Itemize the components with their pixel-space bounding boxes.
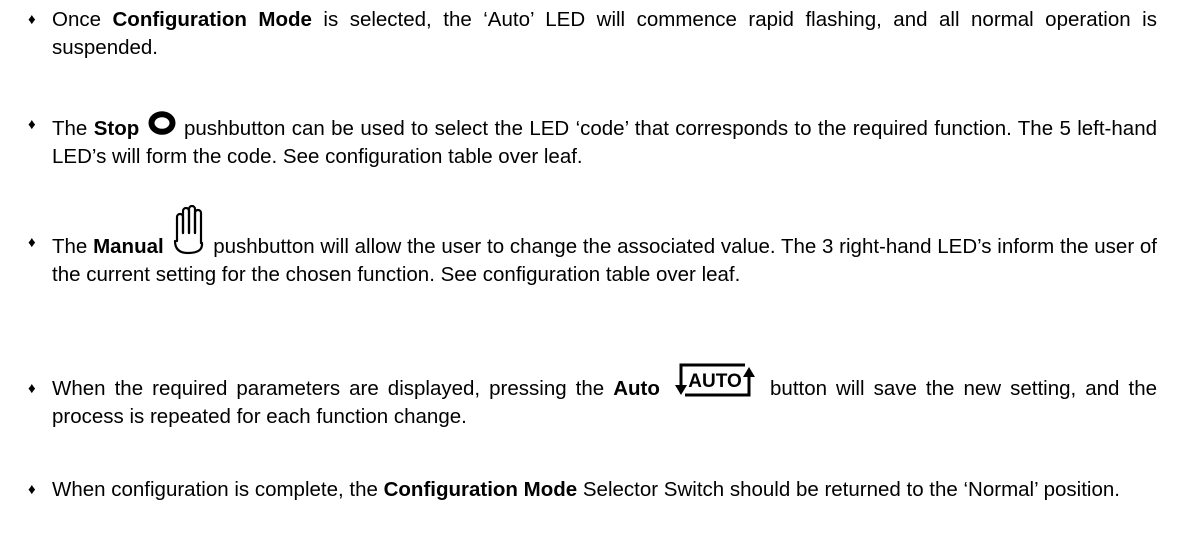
hand-icon	[171, 204, 205, 257]
bullet-text-4: When the required parameters are display…	[52, 363, 1157, 431]
bullet-text-3: The Manual pushbutton will allow the use…	[52, 204, 1157, 289]
bold-term: Configuration Mode	[112, 8, 312, 31]
auto-icon-label: AUTO	[688, 371, 741, 392]
auto-icon: AUTO	[673, 363, 757, 401]
bold-term: Configuration Mode	[383, 478, 578, 501]
bullet-diamond: ♦	[28, 116, 36, 133]
bullet-diamond: ♦	[28, 481, 36, 498]
bullet-diamond: ♦	[28, 380, 36, 397]
bullet-text-2: The Stop pushbutton can be used to selec…	[52, 111, 1157, 171]
bullet-text-1: Once Configuration Mode is selected, the…	[52, 8, 1157, 59]
stop-ring-icon	[148, 111, 176, 135]
bold-term: Auto	[613, 377, 660, 400]
bullet-diamond: ♦	[28, 11, 36, 28]
bullet-text-5: When configuration is complete, the Conf…	[52, 478, 1120, 501]
bold-term: Stop	[93, 117, 140, 140]
bullet-diamond: ♦	[28, 234, 36, 251]
bold-term: Manual	[93, 235, 164, 258]
